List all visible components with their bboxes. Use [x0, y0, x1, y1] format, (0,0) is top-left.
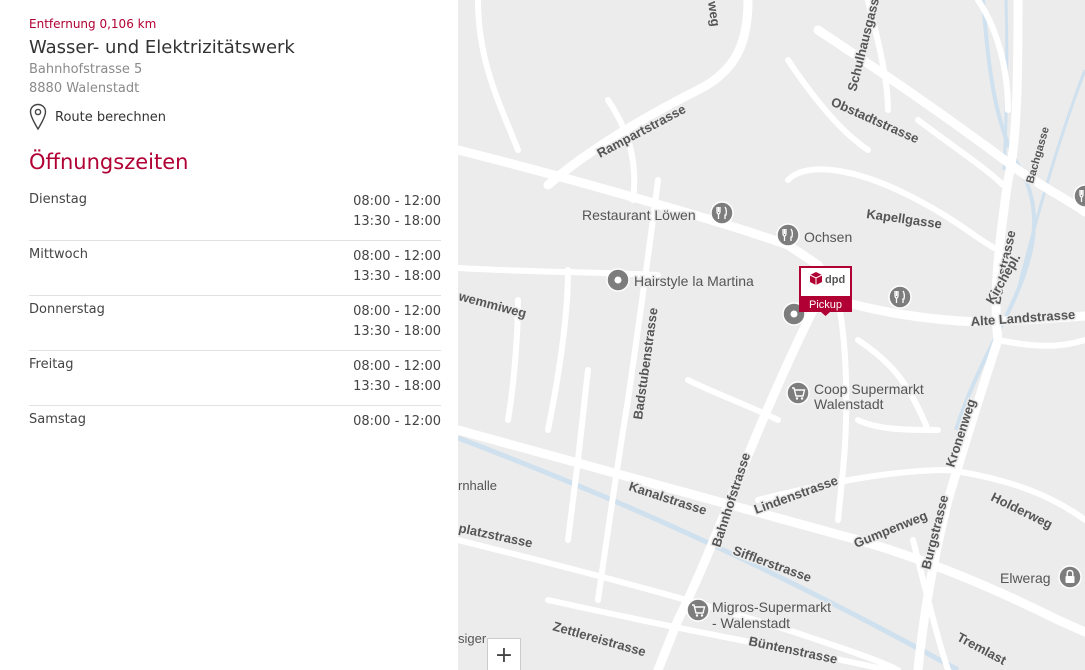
time-slot: 08:00 - 12:00 [353, 414, 441, 429]
hours-row: Samstag 08:00 - 12:00 [29, 406, 441, 440]
map-pin-icon [29, 103, 47, 131]
street-label: Bachgasse [1024, 126, 1052, 185]
time-slot: 13:30 - 18:00 [353, 269, 441, 284]
poi-label: Ochsen [804, 229, 852, 245]
opening-hours-title: Öffnungszeiten [29, 150, 189, 174]
route-label: Route berechnen [55, 109, 167, 125]
hours-row: Freitag 08:00 - 12:00 13:30 - 18:00 [29, 351, 441, 406]
opening-hours-table: Dienstag 08:00 - 12:00 13:30 - 18:00 Mitt… [29, 186, 441, 440]
day-label: Donnerstag [29, 302, 105, 317]
restaurant-icon[interactable] [776, 223, 800, 247]
street-label: rnhalle [458, 478, 497, 493]
street-label: Gumpenweg [852, 508, 930, 551]
time-slot: 08:00 - 12:00 [353, 249, 441, 264]
poi-label: Elwerag [1000, 570, 1051, 586]
street-label: Rampartstrasse [594, 101, 688, 160]
poi-label: Hairstyle la Martina [634, 273, 754, 289]
time-slot: 08:00 - 12:00 [353, 359, 441, 374]
poi-label: - Walenstadt [712, 615, 790, 631]
lock-icon[interactable] [1058, 565, 1082, 589]
poi-label: Migros-Supermarkt [712, 599, 831, 615]
place-icon[interactable] [606, 268, 630, 292]
hours-row: Dienstag 08:00 - 12:00 13:30 - 18:00 [29, 186, 441, 241]
street-label: Büntenstrasse [747, 633, 838, 666]
shop-name: Wasser- und Elektrizitätswerk [29, 37, 295, 58]
street-label: Tremlast [955, 629, 1010, 668]
hours-row: Mittwoch 08:00 - 12:00 13:30 - 18:00 [29, 241, 441, 296]
street-label: Lindenstrasse [752, 473, 840, 517]
dpd-logo: dpd [825, 274, 845, 286]
dpd-pickup-marker[interactable]: dpd Pickup [798, 265, 853, 317]
time-slot: 13:30 - 18:00 [353, 324, 441, 339]
poi-label: Restaurant Löwen [582, 207, 696, 223]
shopping-cart-icon[interactable] [786, 381, 810, 405]
time-slot: 13:30 - 18:00 [353, 379, 441, 394]
day-label: Dienstag [29, 192, 87, 207]
street-label: platzstrasse [458, 520, 534, 550]
city-address: 8880 Walenstadt [29, 81, 140, 96]
restaurant-icon[interactable] [888, 285, 912, 309]
street-label: wemmiweg [458, 288, 528, 321]
street-label: Obstadtstrasse [829, 94, 922, 146]
time-slot: 08:00 - 12:00 [353, 194, 441, 209]
map[interactable]: weg Schulhausgasse Obstadtstrasse Rampar… [458, 0, 1085, 670]
street-label: siger [458, 631, 487, 646]
distance: Entfernung 0,106 km [29, 17, 157, 31]
location-panel: Entfernung 0,106 km Wasser- und Elektriz… [0, 0, 458, 670]
poi-label: Walenstadt [814, 396, 884, 412]
shopping-cart-icon[interactable] [686, 598, 710, 622]
street-label: Burgstrasse [918, 493, 951, 570]
time-slot: 13:30 - 18:00 [353, 214, 441, 229]
pickup-label: Pickup [809, 299, 842, 311]
day-label: Samstag [29, 412, 86, 427]
route-link[interactable]: Route berechnen [29, 103, 166, 131]
day-label: Mittwoch [29, 247, 88, 262]
hours-row: Donnerstag 08:00 - 12:00 13:30 - 18:00 [29, 296, 441, 351]
street-label: Sifflerstrasse [731, 543, 814, 585]
zoom-in-button[interactable]: + [487, 638, 521, 670]
poi-label: Coop Supermarkt [814, 381, 924, 397]
restaurant-icon[interactable] [710, 201, 734, 225]
street-label: Zettlereistrasse [551, 618, 648, 659]
street-address: Bahnhofstrasse 5 [29, 62, 143, 77]
day-label: Freitag [29, 357, 74, 372]
map-canvas[interactable]: weg Schulhausgasse Obstadtstrasse Rampar… [458, 0, 1085, 670]
street-label: Alte Landstrasse [970, 307, 1076, 329]
street-label: weg [705, 0, 724, 28]
